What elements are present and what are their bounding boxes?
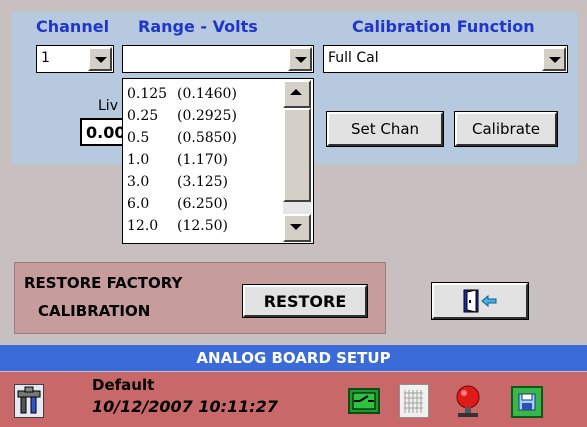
range-header: Range - Volts: [138, 17, 258, 36]
chevron-down-icon: [549, 57, 561, 63]
calibration-function-select[interactable]: Full Cal: [323, 45, 568, 73]
list-button[interactable]: [399, 384, 429, 418]
list-item[interactable]: 0.25 (0.2925): [127, 108, 237, 124]
range-select[interactable]: [122, 45, 314, 73]
chevron-down-icon: [290, 224, 302, 230]
calibrate-button[interactable]: Calibrate: [454, 111, 558, 147]
restore-button[interactable]: RESTORE: [242, 284, 368, 318]
chevron-down-icon: [295, 57, 307, 63]
scroll-down-button[interactable]: [283, 214, 311, 242]
calibration-function-header: Calibration Function: [352, 17, 535, 36]
alarm-icon: [456, 385, 480, 417]
list-item[interactable]: 3.0 (3.125): [127, 174, 228, 190]
calibration-dropdown-button[interactable]: [542, 47, 566, 71]
list-icon: [404, 390, 423, 413]
status-datetime: 10/12/2007 10:11:27: [92, 397, 278, 416]
exit-door-icon: [463, 289, 497, 313]
save-button[interactable]: [511, 386, 543, 418]
channel-select-value: 1: [41, 50, 50, 66]
exit-button[interactable]: [431, 282, 529, 320]
calibration-function-value: Full Cal: [328, 50, 379, 66]
restore-factory-label: RESTORE FACTORY: [24, 274, 183, 292]
range-dropdown-button[interactable]: [288, 47, 312, 71]
list-item[interactable]: 0.125 (0.1460): [127, 86, 237, 102]
list-item[interactable]: 6.0 (6.250): [127, 196, 228, 212]
chevron-up-icon: [290, 89, 302, 95]
tools-button[interactable]: [14, 384, 44, 418]
list-item[interactable]: 0.5 (0.5850): [127, 130, 237, 146]
chevron-down-icon: [95, 57, 107, 63]
alarm-button[interactable]: [452, 384, 484, 418]
channel-header: Channel: [36, 17, 110, 36]
channel-select[interactable]: 1: [36, 45, 114, 73]
profile-name: Default: [92, 376, 155, 394]
save-icon: [518, 393, 536, 411]
switch-button[interactable]: [348, 388, 380, 414]
channel-dropdown-button[interactable]: [88, 47, 112, 71]
list-item[interactable]: 12.0 (12.50): [127, 218, 228, 234]
range-list-scrollbar[interactable]: [283, 80, 311, 242]
switch-icon: [352, 392, 376, 410]
restore-calibration-label: CALIBRATION: [38, 302, 151, 320]
scroll-thumb[interactable]: [283, 108, 311, 202]
scroll-up-button[interactable]: [283, 80, 311, 108]
status-bar: [0, 372, 587, 427]
tools-icon: [17, 386, 41, 414]
set-chan-button[interactable]: Set Chan: [326, 111, 444, 147]
list-item[interactable]: 1.0 (1.170): [127, 152, 228, 168]
live-label: Liv: [98, 98, 118, 114]
screen-title-bar: ANALOG BOARD SETUP: [0, 345, 587, 371]
